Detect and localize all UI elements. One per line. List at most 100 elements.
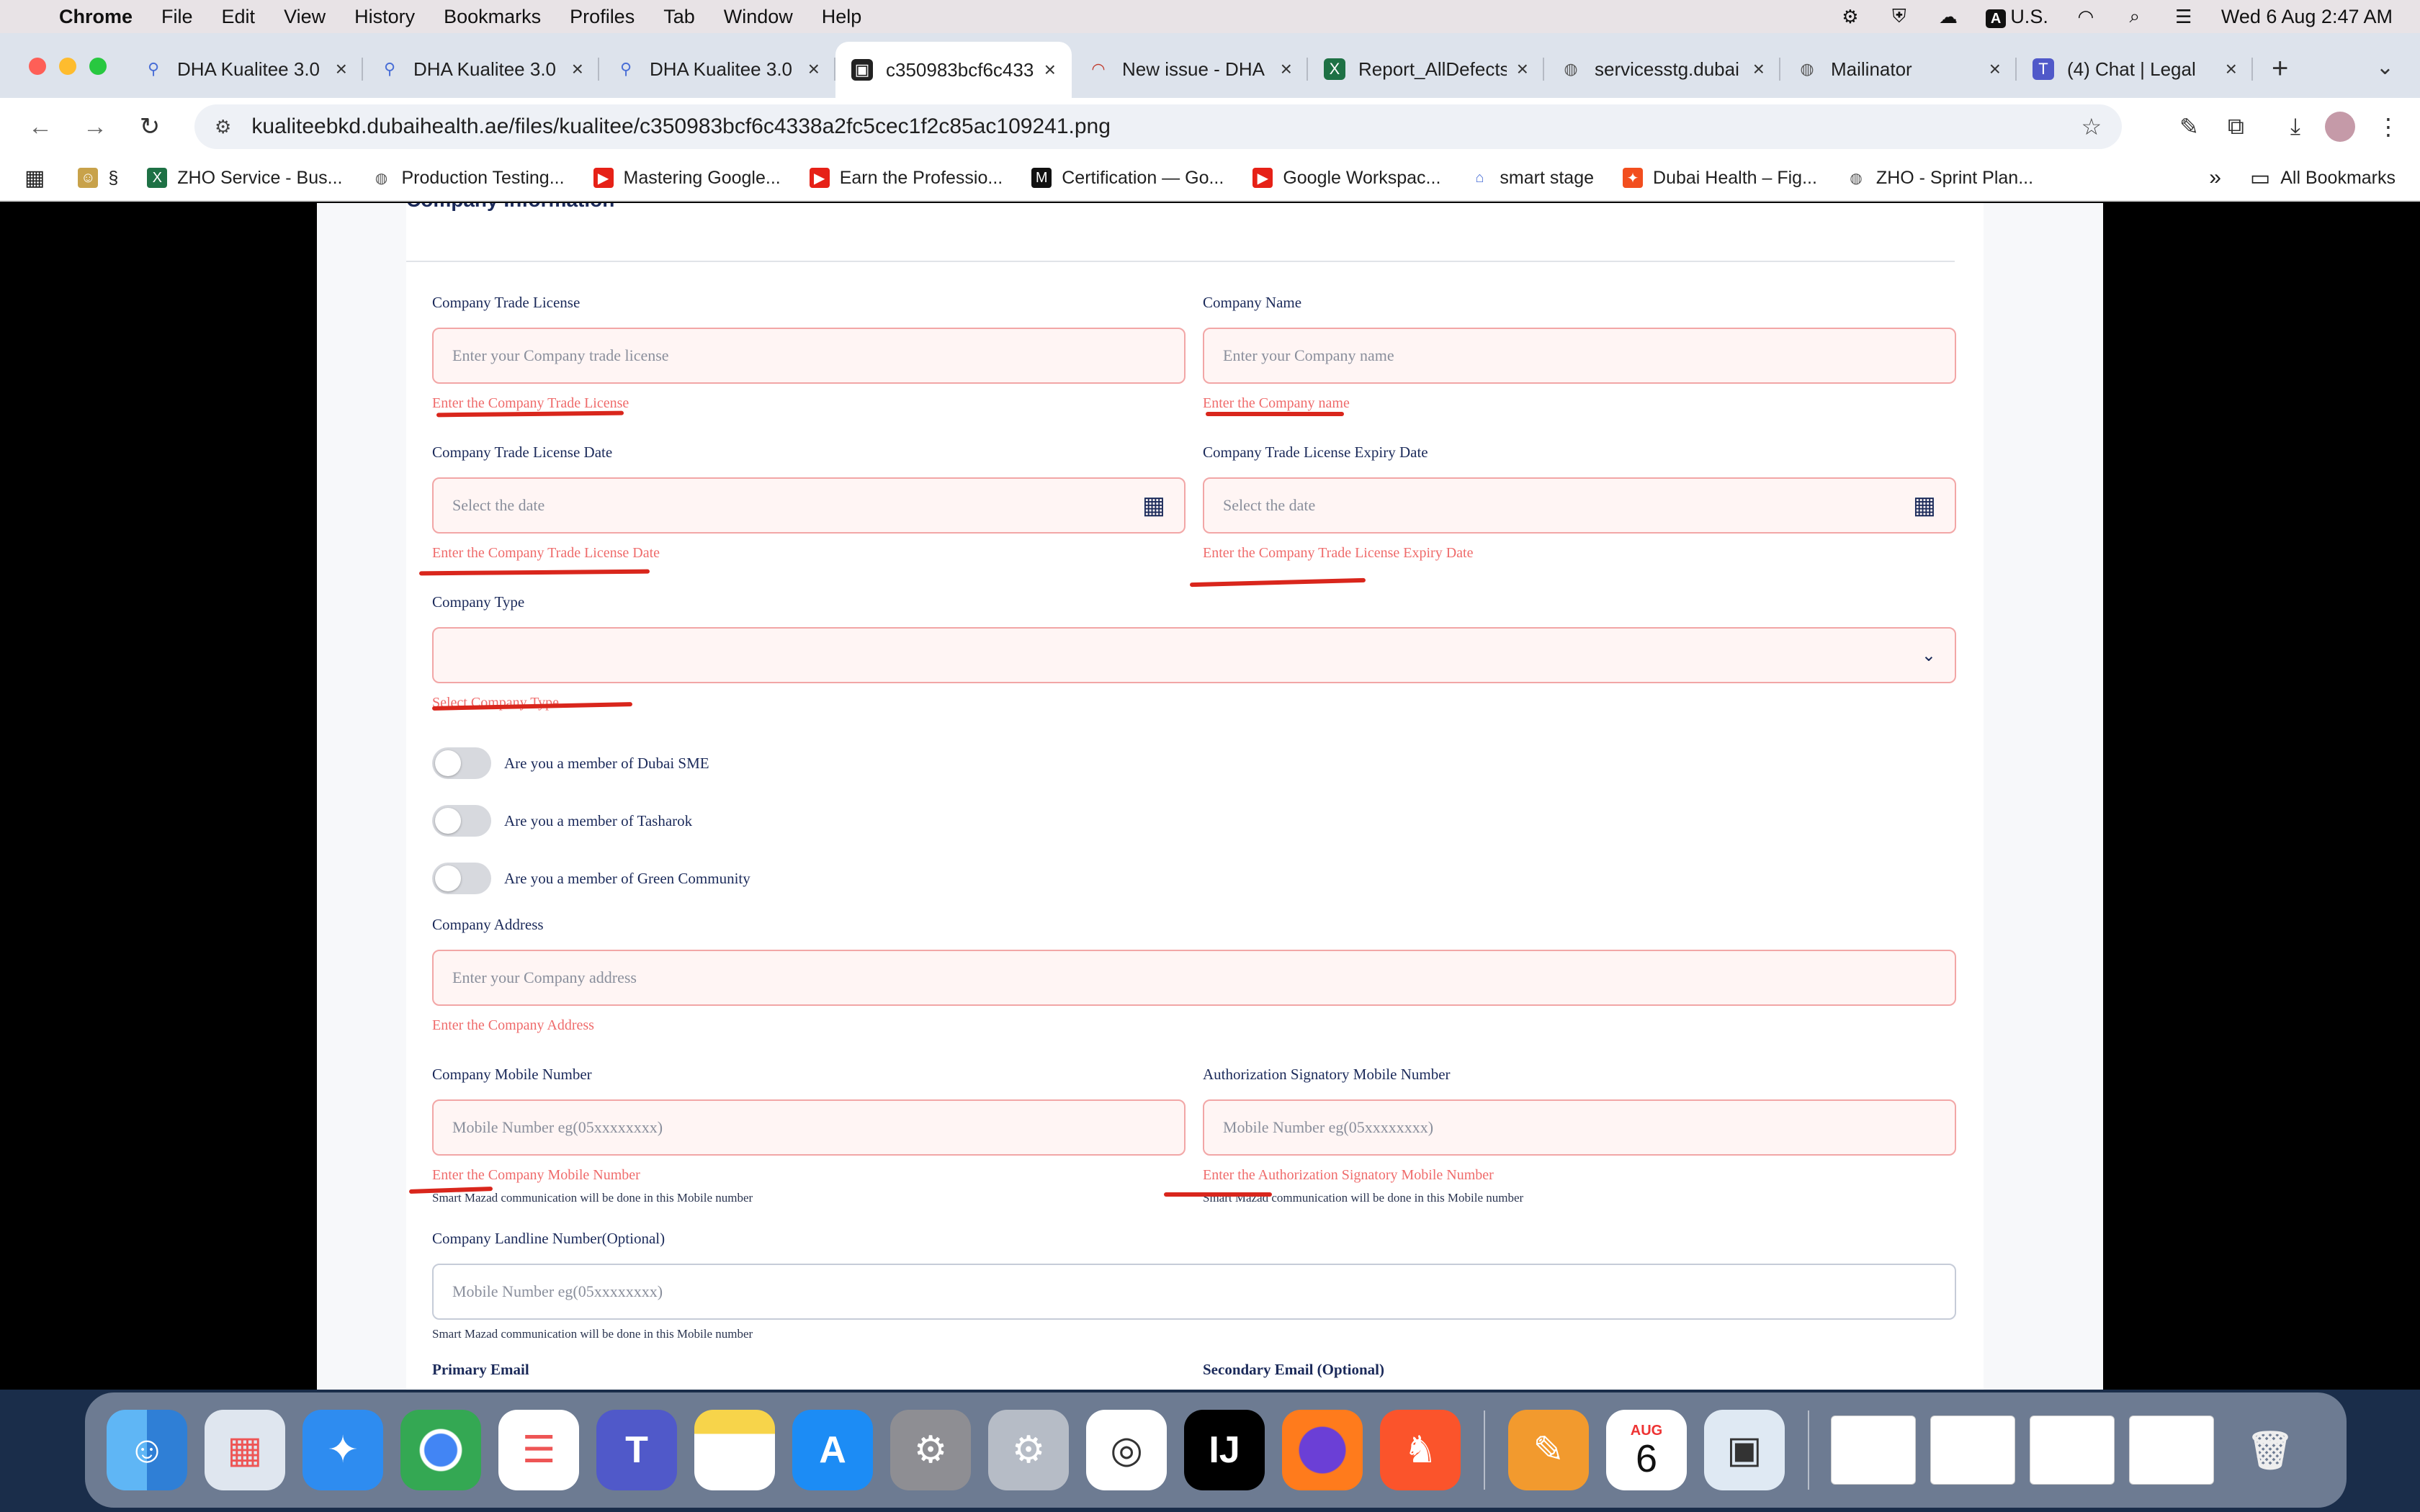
trade-license-input[interactable]: Enter your Company trade license	[432, 328, 1186, 384]
tab-services-stg[interactable]: ◍ servicesstg.dubai ×	[1544, 43, 1780, 95]
close-tab-icon[interactable]: ×	[2226, 58, 2237, 81]
zoom-window-button[interactable]	[89, 58, 107, 75]
tab-search-icon[interactable]: ⌄	[2376, 55, 2394, 80]
back-button[interactable]: ←	[20, 113, 60, 141]
chrome-icon[interactable]	[400, 1410, 481, 1490]
bookmark-zho-sprint[interactable]: ◍ ZHO - Sprint Plan...	[1846, 168, 2033, 189]
reminders-icon[interactable]: ☰	[498, 1410, 579, 1490]
recent-document-thumbnail[interactable]	[2129, 1416, 2214, 1485]
recent-document-thumbnail[interactable]	[2030, 1416, 2115, 1485]
landline-input[interactable]: Mobile Number eg(05xxxxxxxx)	[432, 1264, 1956, 1320]
bookmark-google-workspace[interactable]: ▶ Google Workspac...	[1252, 168, 1440, 189]
apps-grid-icon[interactable]: ▦	[24, 166, 45, 191]
menu-help[interactable]: Help	[822, 6, 862, 28]
close-tab-icon[interactable]: ×	[1517, 58, 1528, 81]
bookmark-production-testing[interactable]: ◍ Production Testing...	[371, 168, 565, 189]
dubai-sme-switch[interactable]	[432, 747, 491, 779]
tab-image-file-active[interactable]: ▣ c350983bcf6c4338 ×	[835, 42, 1072, 98]
calendar-icon[interactable]: ▦	[1913, 491, 1936, 520]
eyedropper-extension-icon[interactable]: ✎	[2179, 113, 2199, 140]
forward-button[interactable]: →	[75, 113, 115, 141]
bookmark-earn-professional[interactable]: ▶ Earn the Professio...	[809, 168, 1003, 189]
recent-document-thumbnail[interactable]	[1831, 1416, 1916, 1485]
input-source[interactable]: A U.S.	[1985, 6, 2048, 28]
wifi-icon[interactable]: ◠	[2074, 5, 2097, 28]
firefox-icon[interactable]	[1282, 1410, 1363, 1490]
menu-view[interactable]: View	[284, 6, 326, 28]
download-icon[interactable]: ⤓	[2290, 113, 2300, 140]
calendar-icon[interactable]: AUG 6	[1606, 1410, 1687, 1490]
menu-history[interactable]: History	[354, 6, 415, 28]
url-text[interactable]: kualiteebkd.dubaihealth.ae/files/kualite…	[251, 114, 2081, 139]
bookmark-mastering-google[interactable]: ▶ Mastering Google...	[593, 168, 781, 189]
site-info-icon[interactable]: ⚙	[215, 116, 231, 138]
close-tab-icon[interactable]: ×	[1044, 58, 1056, 81]
tab-dha-kualitee-2[interactable]: ⚲ DHA Kualitee 3.0 ×	[363, 43, 599, 95]
app-store-icon[interactable]: A	[792, 1410, 873, 1490]
system-preferences-icon[interactable]: ⚙	[988, 1410, 1069, 1490]
company-mobile-input[interactable]: Mobile Number eg(05xxxxxxxx)	[432, 1099, 1186, 1156]
menu-bookmarks[interactable]: Bookmarks	[444, 6, 541, 28]
control-center-icon[interactable]: ☰	[2172, 5, 2195, 28]
extensions-puzzle-icon[interactable]: ⧉	[2228, 113, 2244, 140]
menu-file[interactable]: File	[161, 6, 193, 28]
cloud-status-icon[interactable]: ☁	[1937, 5, 1960, 28]
brave-icon[interactable]: ♞	[1380, 1410, 1461, 1490]
finder-icon[interactable]: ☺	[107, 1410, 187, 1490]
vpn-status-icon[interactable]: ⛨	[1888, 5, 1911, 28]
notes-icon[interactable]	[694, 1410, 775, 1490]
license-date-input[interactable]: Select the date ▦	[432, 477, 1186, 534]
tab-report-all-defects[interactable]: X Report_AllDefects ×	[1308, 43, 1544, 95]
close-tab-icon[interactable]: ×	[1989, 58, 2001, 81]
menu-window[interactable]: Window	[724, 6, 793, 28]
close-tab-icon[interactable]: ×	[572, 58, 583, 81]
menu-app-name[interactable]: Chrome	[59, 6, 133, 28]
company-name-input[interactable]: Enter your Company name	[1203, 328, 1956, 384]
tab-new-issue[interactable]: ◠ New issue - DHA ×	[1072, 43, 1308, 95]
pages-icon[interactable]: ✎	[1508, 1410, 1589, 1490]
safari-icon[interactable]: ✦	[302, 1410, 383, 1490]
tasharok-switch[interactable]	[432, 805, 491, 837]
tab-teams-chat[interactable]: T (4) Chat | Legal ×	[2017, 43, 2253, 95]
reload-button[interactable]: ↻	[130, 112, 170, 141]
bookmark-star-icon[interactable]: ☆	[2081, 113, 2102, 140]
close-tab-icon[interactable]: ×	[808, 58, 820, 81]
bookmark-certification[interactable]: M Certification — Go...	[1031, 168, 1224, 189]
menubar-clock[interactable]: Wed 6 Aug 2:47 AM	[2221, 6, 2393, 28]
tab-dha-kualitee-3[interactable]: ⚲ DHA Kualitee 3.0 ×	[599, 43, 835, 95]
tab-mailinator[interactable]: ◍ Mailinator ×	[1780, 43, 2017, 95]
system-settings-icon[interactable]: ⚙	[890, 1410, 971, 1490]
close-tab-icon[interactable]: ×	[1281, 58, 1292, 81]
preview-icon[interactable]: ▣	[1704, 1410, 1785, 1490]
extension-status-icon[interactable]: ⚙	[1839, 5, 1862, 28]
menu-tab[interactable]: Tab	[663, 6, 695, 28]
chevron-down-icon[interactable]: ⌄	[1922, 645, 1936, 666]
trash-icon[interactable]: 🗑	[2230, 1410, 2311, 1490]
more-bookmarks-chevron-icon[interactable]: »	[2209, 166, 2221, 190]
chrome-menu-icon[interactable]: ⋮	[2377, 113, 2400, 140]
close-window-button[interactable]	[29, 58, 46, 75]
spotlight-search-icon[interactable]: ⌕	[2123, 5, 2146, 28]
recent-document-thumbnail[interactable]	[1930, 1416, 2015, 1485]
tab-dha-kualitee-1[interactable]: ⚲ DHA Kualitee 3.0 ×	[127, 43, 363, 95]
new-tab-button[interactable]: +	[2272, 53, 2288, 85]
close-tab-icon[interactable]: ×	[336, 58, 347, 81]
vpn-client-icon[interactable]: ◎	[1086, 1410, 1167, 1490]
calendar-icon[interactable]: ▦	[1142, 491, 1165, 520]
close-tab-icon[interactable]: ×	[1753, 58, 1765, 81]
bookmark-dubai-health-figma[interactable]: ✦ Dubai Health – Fig...	[1623, 168, 1817, 189]
menu-edit[interactable]: Edit	[222, 6, 256, 28]
bookmark-smart-stage[interactable]: ⌂ smart stage	[1469, 168, 1594, 189]
address-bar[interactable]: ⚙ kualiteebkd.dubaihealth.ae/files/kuali…	[194, 104, 2123, 149]
company-type-select[interactable]: ⌄	[432, 627, 1956, 683]
intellij-icon[interactable]: IJ	[1184, 1410, 1265, 1490]
teams-icon[interactable]: T	[596, 1410, 677, 1490]
minimize-window-button[interactable]	[59, 58, 76, 75]
green-community-switch[interactable]	[432, 863, 491, 894]
company-address-input[interactable]: Enter your Company address	[432, 950, 1956, 1006]
bookmark-section[interactable]: ☺ §	[78, 168, 118, 189]
menu-profiles[interactable]: Profiles	[570, 6, 635, 28]
profile-avatar[interactable]	[2325, 112, 2355, 142]
expiry-date-input[interactable]: Select the date ▦	[1203, 477, 1956, 534]
bookmark-zho-service[interactable]: X ZHO Service - Bus...	[147, 168, 342, 189]
